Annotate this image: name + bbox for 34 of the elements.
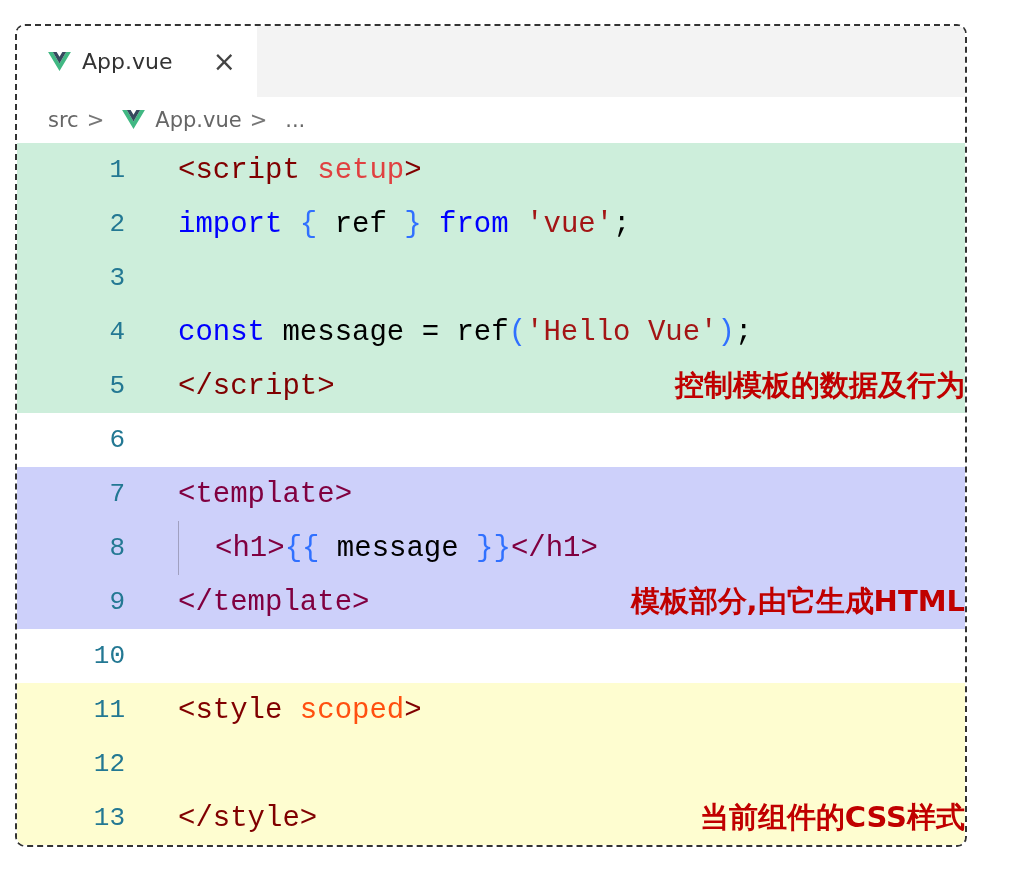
- file-tab[interactable]: App.vue ×: [17, 26, 257, 97]
- line-number: 3: [108, 263, 125, 293]
- breadcrumb-item[interactable]: App.vue: [122, 107, 242, 132]
- code-line: <script setup>: [178, 153, 422, 187]
- annotation: 当前组件的CSS样式: [699, 799, 965, 836]
- code-line: </script>: [178, 369, 335, 403]
- line-number: 9: [108, 587, 125, 617]
- vue-logo-icon: [122, 110, 146, 130]
- chevron-icon: >: [249, 107, 268, 132]
- code-line: <template>: [178, 477, 353, 511]
- line-number: 12: [92, 749, 125, 779]
- breadcrumb-item[interactable]: src: [48, 107, 79, 132]
- code-line: <style scoped>: [178, 693, 422, 727]
- line-number: 13: [92, 803, 125, 833]
- vue-logo-icon: [48, 51, 71, 71]
- line-number: 6: [108, 425, 125, 455]
- annotation: 控制模板的数据及行为: [675, 367, 965, 404]
- line-number: 8: [108, 533, 125, 563]
- code-line: </style>: [178, 801, 318, 835]
- code-line: <h1>{{ message }}</h1>: [215, 531, 598, 565]
- code-line: const message = ref('Hello Vue');: [178, 315, 753, 349]
- line-number: 7: [108, 479, 125, 509]
- line-number: 1: [108, 155, 125, 185]
- breadcrumb-item[interactable]: ...: [285, 107, 306, 132]
- code-line: </template>: [178, 585, 370, 619]
- line-number: 2: [108, 209, 125, 239]
- line-number: 11: [92, 695, 125, 725]
- close-icon[interactable]: ×: [212, 44, 236, 78]
- annotation: 模板部分,由它生成HTML: [630, 583, 965, 620]
- line-number: 10: [92, 641, 125, 671]
- line-number: 4: [108, 317, 125, 347]
- chevron-icon: >: [86, 107, 105, 132]
- code-line: import { ref } from 'vue';: [178, 207, 631, 241]
- line-number: 5: [108, 371, 125, 401]
